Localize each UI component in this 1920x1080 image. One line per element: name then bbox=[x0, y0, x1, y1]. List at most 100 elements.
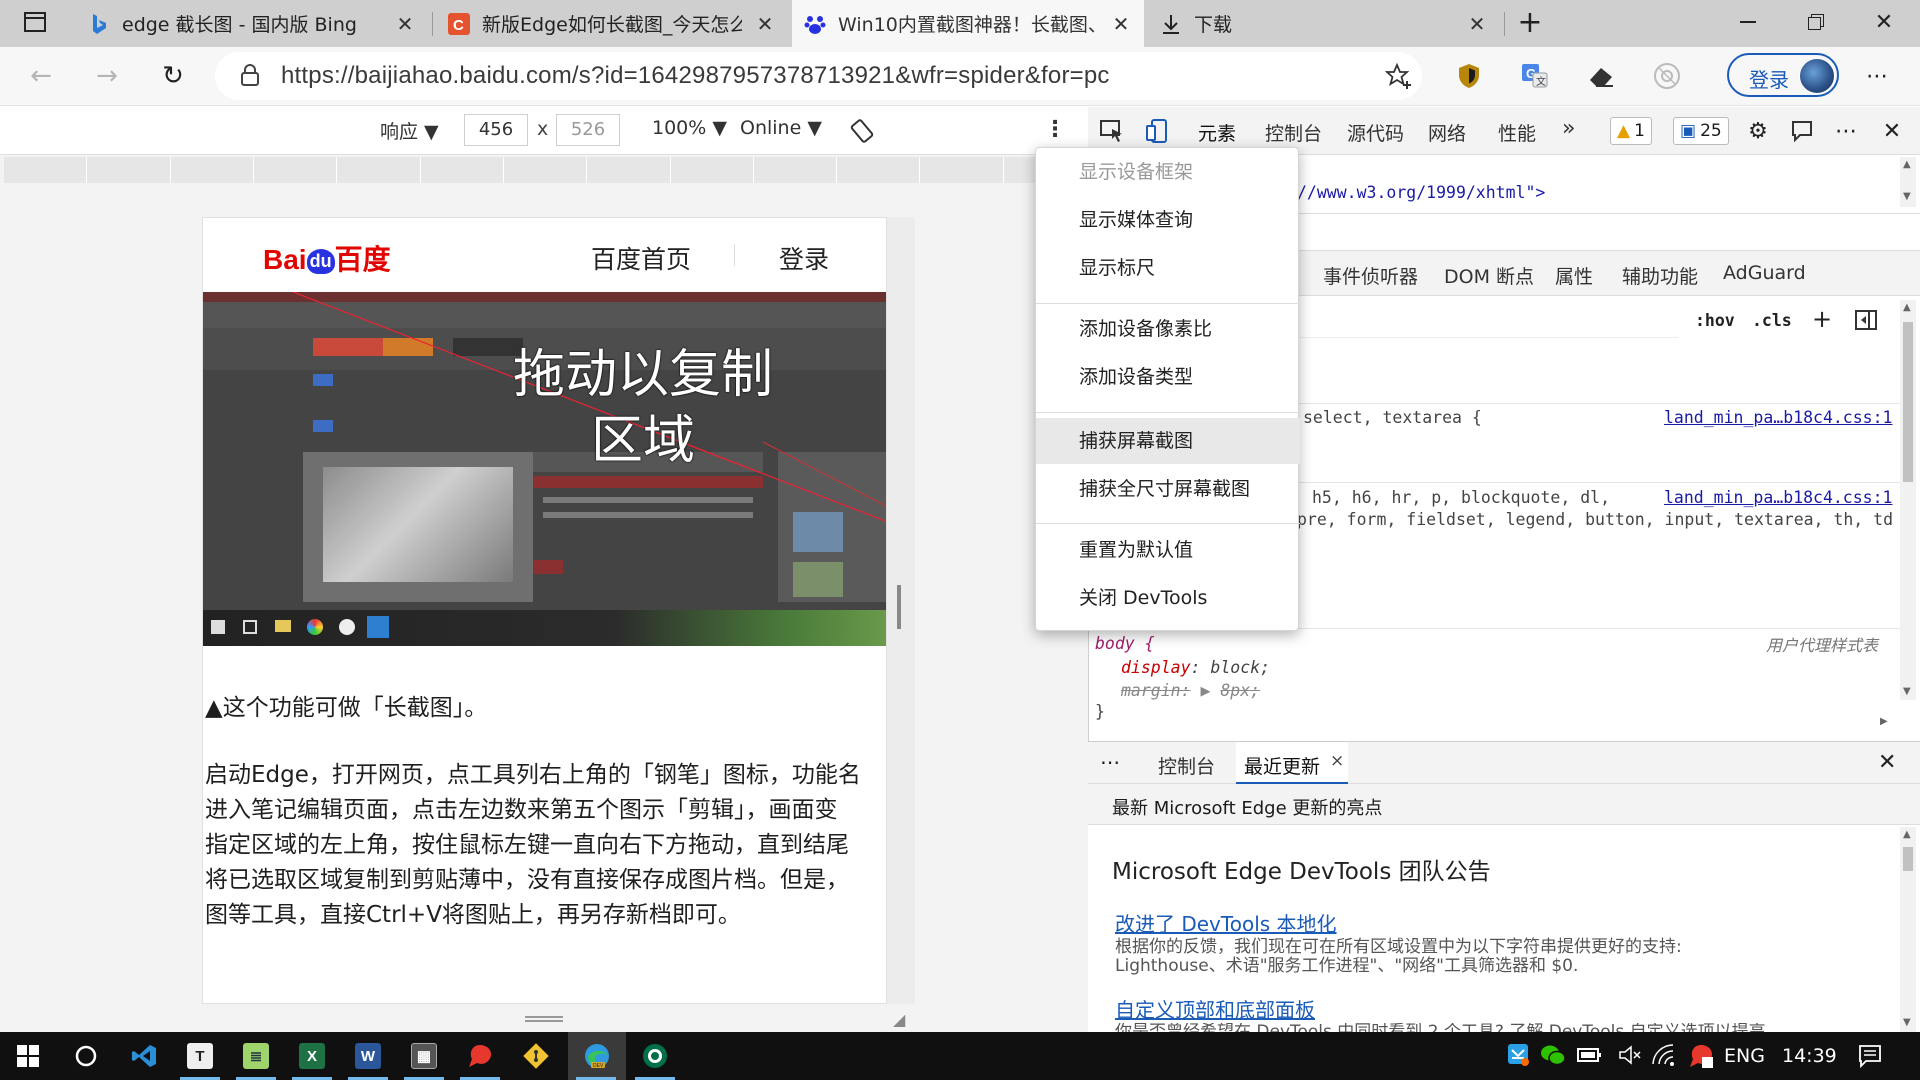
viewport-height-input[interactable]: 526 bbox=[556, 114, 620, 146]
viewport-width-input[interactable]: 456 bbox=[464, 114, 528, 146]
shield-extension-icon[interactable] bbox=[1448, 55, 1490, 97]
menu-close-devtools[interactable]: 关闭 DevTools bbox=[1036, 575, 1300, 621]
gear-icon[interactable]: ⚙ bbox=[1744, 117, 1772, 145]
menu-show-rulers[interactable]: 显示标尺 bbox=[1036, 245, 1300, 291]
baidu-logo[interactable]: Bai du 百度 bbox=[263, 238, 391, 278]
edge-dev-icon[interactable]: DEV bbox=[568, 1032, 626, 1080]
language-indicator[interactable]: ENG bbox=[1724, 1045, 1765, 1067]
messages-badge[interactable]: ▣ 25 bbox=[1673, 117, 1729, 145]
word-icon[interactable]: W bbox=[340, 1032, 396, 1080]
nav-login[interactable]: 登录 bbox=[779, 240, 829, 276]
tab-sources[interactable]: 源代码 bbox=[1347, 119, 1404, 146]
elements-code-line[interactable]: //www.w3.org/1999/xhtml"> bbox=[1297, 183, 1545, 202]
action-center-icon[interactable] bbox=[1858, 1044, 1882, 1073]
device-toolbar-more-icon[interactable]: ⋮ bbox=[1044, 117, 1066, 142]
favorite-star-icon[interactable] bbox=[1384, 62, 1413, 94]
settings-more-icon[interactable]: ⋯ bbox=[1856, 55, 1898, 97]
tab-actions-icon[interactable] bbox=[6, 0, 64, 44]
typora-icon[interactable]: T bbox=[172, 1032, 228, 1080]
tray-app-icon[interactable] bbox=[1506, 1042, 1530, 1073]
menu-capture-screenshot[interactable]: 捕获屏幕截图 bbox=[1036, 418, 1300, 464]
git-icon[interactable] bbox=[508, 1032, 564, 1080]
hov-toggle[interactable]: :hov bbox=[1695, 311, 1735, 330]
wechat-icon[interactable] bbox=[1540, 1043, 1566, 1072]
eraser-icon[interactable] bbox=[1580, 55, 1622, 97]
device-mode-select[interactable]: 响应 ▼ bbox=[380, 117, 439, 144]
viewport-resize-handle-right[interactable] bbox=[897, 585, 901, 629]
notepad-icon[interactable]: ≣ bbox=[228, 1032, 284, 1080]
css-source-link[interactable]: land_min_pa…b18c4.css:1 bbox=[1664, 488, 1892, 507]
lock-icon[interactable] bbox=[241, 64, 259, 91]
nav-baidu-home[interactable]: 百度首页 bbox=[591, 240, 691, 276]
subtab-accessibility[interactable]: 辅助功能 bbox=[1622, 262, 1698, 289]
volume-muted-icon[interactable] bbox=[1618, 1044, 1642, 1071]
menu-add-device-pixel-ratio[interactable]: 添加设备像素比 bbox=[1036, 306, 1300, 352]
tab-baidu-active[interactable]: Win10内置截图神器！长截图、E ✕ bbox=[792, 0, 1144, 47]
subtab-dom-breakpoints[interactable]: DOM 断点 bbox=[1444, 262, 1534, 289]
tab-close-icon[interactable]: ✕ bbox=[394, 12, 416, 36]
subtab-properties[interactable]: 属性 bbox=[1555, 262, 1593, 289]
tab-close-icon[interactable]: ✕ bbox=[1110, 12, 1132, 36]
vscode-icon[interactable] bbox=[116, 1032, 172, 1080]
close-devtools-icon[interactable]: ✕ bbox=[1878, 117, 1906, 145]
close-window-icon[interactable]: ✕ bbox=[1854, 0, 1914, 44]
css-rule-selector[interactable]: pre, form, fieldset, legend, button, inp… bbox=[1297, 510, 1893, 529]
css-source-link[interactable]: land_min_pa…b18c4.css:1 bbox=[1664, 408, 1892, 427]
close-drawer-icon[interactable]: ✕ bbox=[1878, 750, 1896, 775]
minimize-icon[interactable] bbox=[1718, 0, 1778, 44]
devtools-more-icon[interactable]: ⋯ bbox=[1832, 117, 1860, 145]
menu-reset-defaults[interactable]: 重置为默认值 bbox=[1036, 527, 1300, 573]
css-rule-selector[interactable]: select, textarea { bbox=[1303, 408, 1482, 427]
expand-arrow-icon[interactable]: ▶ bbox=[1191, 681, 1221, 700]
battery-icon[interactable] bbox=[1577, 1046, 1603, 1069]
feedback-icon[interactable] bbox=[1788, 117, 1816, 145]
profile-login-button[interactable]: 登录 bbox=[1727, 53, 1839, 97]
restore-icon[interactable] bbox=[1786, 0, 1846, 44]
tab-bing[interactable]: edge 截长图 - 国内版 Bing ✕ bbox=[76, 0, 428, 47]
zoom-select[interactable]: 100% ▼ bbox=[652, 117, 727, 139]
whatsnew-link-localization[interactable]: 改进了 DevTools 本地化 bbox=[1115, 908, 1337, 937]
address-bar[interactable]: https://baijiahao.baidu.com/s?id=1642987… bbox=[215, 52, 1422, 100]
ua-rule-selector[interactable]: body { bbox=[1095, 634, 1155, 653]
drawer-tab-whatsnew[interactable]: 最近更新 × bbox=[1236, 742, 1348, 784]
wifi-icon[interactable] bbox=[1652, 1044, 1678, 1071]
article-screenshot-image[interactable]: 拖动以复制区域 bbox=[203, 292, 886, 646]
excel-icon[interactable]: X bbox=[284, 1032, 340, 1080]
windows-start-icon[interactable] bbox=[0, 1032, 56, 1080]
new-tab-plus-icon[interactable]: + bbox=[1502, 0, 1558, 44]
drawer-more-icon[interactable]: ⋯ bbox=[1100, 750, 1120, 774]
subtab-event-listeners[interactable]: 事件侦听器 bbox=[1323, 262, 1418, 289]
refresh-icon[interactable]: ↻ bbox=[152, 55, 194, 97]
cls-toggle[interactable]: .cls bbox=[1752, 311, 1792, 330]
tab-performance[interactable]: 性能 bbox=[1498, 119, 1536, 146]
translate-icon[interactable]: G文 bbox=[1514, 55, 1556, 97]
drawer-scrollbar[interactable]: ▲ ▼ bbox=[1900, 827, 1916, 1033]
calculator-icon[interactable]: ▦ bbox=[396, 1032, 452, 1080]
viewport-resize-handle-bottom[interactable] bbox=[525, 1016, 563, 1022]
more-tabs-icon[interactable]: » bbox=[1562, 116, 1575, 141]
input-method-icon[interactable] bbox=[1688, 1043, 1714, 1074]
menu-show-media-queries[interactable]: 显示媒体查询 bbox=[1036, 197, 1300, 243]
css-declaration[interactable]: display: block; bbox=[1121, 658, 1270, 677]
css-declaration-overridden[interactable]: margin: ▶ 8px; bbox=[1121, 681, 1260, 700]
menu-add-device-type[interactable]: 添加设备类型 bbox=[1036, 354, 1300, 400]
warnings-badge[interactable]: ▲ 1 bbox=[1610, 117, 1652, 145]
device-emulation-icon[interactable] bbox=[1144, 117, 1172, 145]
clock-time[interactable]: 14:39 bbox=[1782, 1045, 1837, 1067]
tab-csdn[interactable]: C 新版Edge如何长截图_今天怎么又 ✕ bbox=[436, 0, 788, 47]
tab-network[interactable]: 网络 bbox=[1428, 119, 1466, 146]
new-style-rule-icon[interactable]: + bbox=[1812, 305, 1832, 333]
whatsnew-link-panels[interactable]: 自定义顶部和底部面板 bbox=[1115, 994, 1315, 1023]
network-throttle-select[interactable]: Online ▼ bbox=[740, 117, 822, 139]
cortana-icon[interactable] bbox=[58, 1032, 114, 1080]
elements-scrollbar[interactable]: ▲ ▼ bbox=[1900, 157, 1916, 207]
tab-console[interactable]: 控制台 bbox=[1265, 119, 1322, 146]
menu-show-device-frame[interactable]: 显示设备框架 bbox=[1036, 149, 1300, 195]
tab-elements[interactable]: 元素 bbox=[1198, 119, 1236, 146]
styles-scrollbar[interactable]: ▲ ▼ bbox=[1900, 300, 1916, 700]
tab-close-icon[interactable]: ✕ bbox=[1466, 12, 1488, 36]
url-text[interactable]: https://baijiahao.baidu.com/s?id=1642987… bbox=[281, 62, 1110, 90]
xmind-icon[interactable] bbox=[452, 1032, 508, 1080]
drawer-tab-console[interactable]: 控制台 bbox=[1158, 752, 1215, 779]
back-icon[interactable]: ← bbox=[20, 55, 62, 97]
